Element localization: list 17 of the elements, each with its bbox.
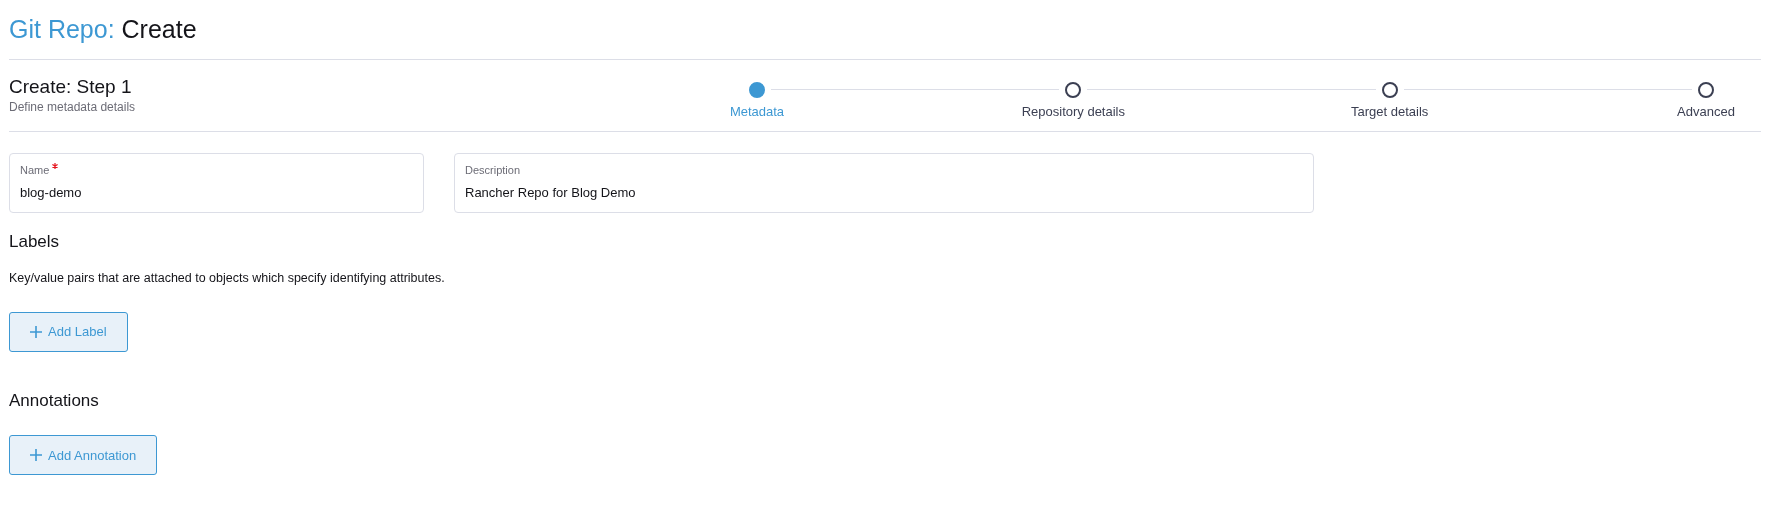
section-title: Annotations xyxy=(9,390,100,412)
step-title: Create: Step 1 xyxy=(9,74,133,99)
text-field[interactable]: Description Rancher Repo for Blog Demo xyxy=(454,153,1314,213)
section-title: Labels xyxy=(9,231,61,253)
page-title: Create xyxy=(121,15,197,43)
section-description: Key/value pairs that are attached to objects which specify identifying attributes. xyxy=(9,270,446,288)
step-subtitle: Define metadata details xyxy=(9,99,137,117)
field-label: Name xyxy=(20,163,50,178)
step-label[interactable]: Target details xyxy=(1351,101,1429,121)
text-field[interactable]: Name blog-demo xyxy=(9,153,424,213)
step-label[interactable]: Repository details xyxy=(1021,101,1125,121)
step-label[interactable]: Advanced xyxy=(1677,101,1735,121)
plus-icon xyxy=(30,326,42,338)
field-value: blog-demo xyxy=(20,183,82,202)
field-label: Description xyxy=(465,163,521,178)
field-value: Rancher Repo for Blog Demo xyxy=(465,183,636,202)
plus-icon xyxy=(30,449,42,462)
